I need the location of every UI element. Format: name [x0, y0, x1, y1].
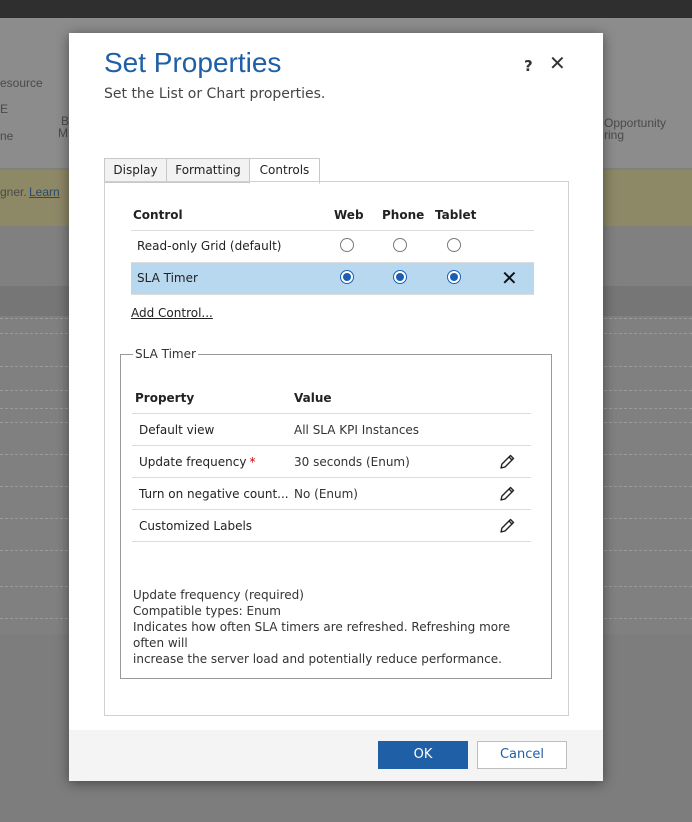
pencil-edit-icon[interactable]	[498, 453, 516, 471]
property-row-update-frequency[interactable]: Update frequency * 30 seconds (Enum)	[132, 446, 531, 478]
bg-right-item: ring	[604, 128, 625, 142]
phone-radio[interactable]	[393, 270, 407, 284]
description-line: Compatible types: Enum	[133, 604, 281, 618]
properties-table: Property Value Default view All SLA KPI …	[132, 382, 531, 542]
property-row-customized-labels[interactable]: Customized Labels	[132, 510, 531, 542]
controls-tab-panel: Control Web Phone Tablet Read-only Grid …	[104, 181, 569, 716]
property-name: Turn on negative count...	[139, 487, 289, 501]
control-row-readonly-grid[interactable]: Read-only Grid (default)	[131, 231, 534, 263]
dialog-footer: OK Cancel	[69, 730, 603, 781]
controls-table: Control Web Phone Tablet Read-only Grid …	[131, 202, 534, 295]
controls-table-header: Control Web Phone Tablet	[131, 202, 534, 231]
property-value: All SLA KPI Instances	[294, 423, 420, 437]
dialog-title: Set Properties	[104, 47, 282, 78]
column-header-property: Property	[135, 391, 195, 405]
properties-table-header: Property Value	[132, 382, 531, 414]
bg-left-item: ne	[0, 129, 14, 143]
ok-button[interactable]: OK	[378, 741, 468, 769]
property-value: 30 seconds (Enum)	[294, 455, 410, 469]
tablet-radio[interactable]	[447, 270, 461, 284]
required-marker: *	[249, 455, 256, 469]
control-row-sla-timer[interactable]: SLA Timer ✕	[131, 263, 534, 295]
column-header-tablet: Tablet	[435, 208, 477, 222]
description-line: increase the server load and potentially…	[133, 652, 502, 666]
property-name: Update frequency *	[139, 455, 256, 469]
group-legend: SLA Timer	[133, 347, 198, 361]
property-name: Customized Labels	[139, 519, 253, 533]
tab-formatting[interactable]: Formatting	[166, 158, 250, 183]
property-row-negative-countdown[interactable]: Turn on negative count... No (Enum)	[132, 478, 531, 510]
tablet-radio[interactable]	[447, 238, 461, 252]
column-header-control: Control	[133, 208, 183, 222]
add-control-link[interactable]: Add Control...	[131, 306, 213, 320]
cancel-button[interactable]: Cancel	[477, 741, 567, 769]
app-top-bar	[0, 0, 692, 18]
bg-notice-link[interactable]: Learn	[29, 185, 60, 199]
bg-notice-text: gner.	[0, 185, 27, 199]
pencil-edit-icon[interactable]	[498, 485, 516, 503]
column-header-web: Web	[334, 208, 364, 222]
property-row-default-view[interactable]: Default view All SLA KPI Instances	[132, 414, 531, 446]
dialog-subtitle: Set the List or Chart properties.	[104, 86, 326, 102]
tab-display[interactable]: Display	[104, 158, 167, 183]
bg-left-item: esource	[0, 76, 43, 90]
description-line: Update frequency (required)	[133, 588, 304, 602]
pencil-edit-icon[interactable]	[498, 517, 516, 535]
close-icon[interactable]: ✕	[549, 51, 566, 75]
control-name: SLA Timer	[137, 271, 198, 285]
help-icon[interactable]: ?	[524, 57, 533, 75]
property-value: No (Enum)	[294, 487, 358, 501]
control-name: Read-only Grid (default)	[137, 239, 282, 253]
bg-left-item: E	[0, 102, 9, 116]
description-line: Indicates how often SLA timers are refre…	[133, 620, 511, 650]
property-name: Default view	[139, 423, 215, 437]
column-header-value: Value	[294, 391, 332, 405]
set-properties-dialog: Set Properties Set the List or Chart pro…	[69, 33, 603, 781]
remove-control-icon[interactable]: ✕	[501, 266, 518, 290]
bg-ribbon-snippet: M	[58, 126, 68, 140]
web-radio[interactable]	[340, 238, 354, 252]
sla-timer-properties-group: SLA Timer Property Value Default view Al…	[120, 347, 552, 679]
phone-radio[interactable]	[393, 238, 407, 252]
web-radio[interactable]	[340, 270, 354, 284]
property-description: Update frequency (required) Compatible t…	[133, 587, 533, 667]
column-header-phone: Phone	[382, 208, 425, 222]
